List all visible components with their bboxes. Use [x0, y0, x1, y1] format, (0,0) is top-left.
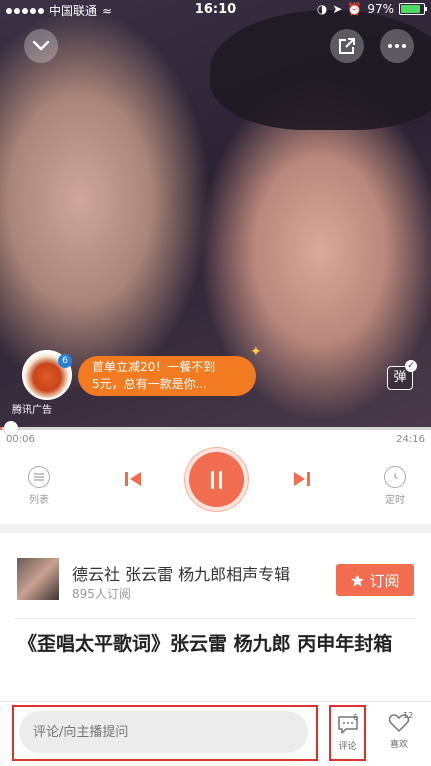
- more-button[interactable]: [380, 29, 414, 63]
- ad-banner[interactable]: 首单立减20！一餐不到 5元，总有一款是你...: [78, 356, 256, 396]
- ad-thumb-badge: 6: [58, 354, 72, 368]
- progress-handle[interactable]: [4, 421, 18, 435]
- location-icon: ➤: [332, 2, 343, 16]
- ad-text-line2: 5元，总有一款是你...: [92, 377, 208, 391]
- more-dots-icon: [388, 44, 406, 48]
- battery-fill: [401, 5, 421, 13]
- comment-label: 评论: [338, 742, 357, 752]
- current-time: 00:06: [6, 434, 35, 445]
- timer-icon: [384, 466, 406, 488]
- share-button[interactable]: [330, 29, 364, 63]
- pause-button[interactable]: [189, 452, 244, 507]
- pause-icon: [211, 470, 214, 489]
- collapse-button[interactable]: [24, 29, 58, 63]
- checkmark-icon: ✓: [405, 360, 417, 372]
- timer-label: 定时: [385, 495, 405, 506]
- alarm-icon: ⏰: [347, 2, 363, 16]
- comment-input[interactable]: [19, 711, 308, 753]
- comment-count: 6: [353, 713, 359, 722]
- playlist-button[interactable]: 列表: [23, 466, 55, 506]
- battery-percent: 97%: [367, 2, 394, 16]
- list-icon: [28, 466, 50, 488]
- previous-track-icon[interactable]: [123, 469, 143, 489]
- lock-rotation-icon: ◑: [316, 2, 328, 16]
- subscribe-label: 订阅: [369, 571, 400, 590]
- album-subscriber-count: 895人订阅: [72, 587, 131, 601]
- album-title[interactable]: 德云社 张云雷 杨九郎相声专辑: [72, 561, 290, 585]
- comment-button[interactable]: 评论: [329, 705, 366, 761]
- sparkle-icon: ✦: [250, 344, 262, 360]
- battery-icon: [399, 3, 427, 15]
- progress-bar[interactable]: [0, 427, 431, 430]
- chevron-down-icon: [32, 40, 50, 51]
- album-cover[interactable]: [17, 558, 59, 600]
- total-time: 24:16: [396, 434, 425, 445]
- ad-source-label: 腾讯广告: [12, 405, 52, 416]
- progress-fill: [0, 427, 2, 430]
- next-track-icon[interactable]: [292, 469, 312, 489]
- sleep-timer-button[interactable]: 定时: [379, 466, 411, 506]
- playlist-label: 列表: [29, 495, 49, 506]
- cover-image-detail: [210, 10, 431, 130]
- subscribe-button[interactable]: 订阅: [336, 564, 414, 596]
- ad-thumbnail[interactable]: 6: [22, 350, 72, 400]
- like-count: 12: [403, 711, 414, 720]
- video-cover[interactable]: 中国联通 ≈ 16:10 ◑ ➤ ⏰ 97% 6 腾讯广告 首单立减20！一餐不…: [0, 0, 431, 430]
- status-bar: 中国联通 ≈ 16:10 ◑ ➤ ⏰ 97%: [0, 0, 431, 20]
- star-icon: [351, 573, 365, 586]
- section-divider: [0, 524, 431, 533]
- ad-text-line1: 首单立减20！一餐不到: [92, 360, 216, 374]
- divider: [15, 618, 416, 619]
- share-out-icon: [339, 38, 355, 54]
- like-label: 喜欢: [389, 740, 408, 750]
- track-title: 《歪唱太平歌词》张云雷 杨九郎 丙申年封箱: [18, 633, 393, 655]
